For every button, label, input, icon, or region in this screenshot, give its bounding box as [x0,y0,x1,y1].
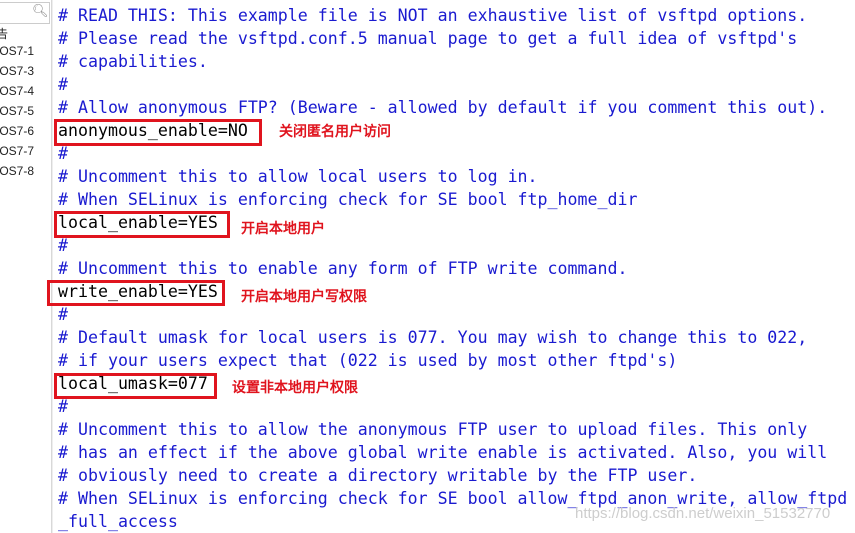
sidebar-item[interactable]: tOS7-4 [0,84,34,98]
highlight-box [47,280,225,306]
comment-line: # [58,305,68,324]
comment-line: # Uncomment this to allow local users to… [58,167,538,186]
comment-line: # When SELinux is enforcing check for SE… [58,190,638,209]
comment-line: # if your users expect that (022 is used… [58,351,678,370]
comment-line: # obviously need to create a directory w… [58,466,698,485]
search-icon[interactable]: 🔍︎ [32,5,49,19]
comment-line: # [58,75,68,94]
highlight-box [54,211,230,238]
sidebar-item[interactable]: tOS7-5 [0,104,34,118]
comment-line: # Allow anonymous FTP? (Beware - allowed… [58,98,828,117]
divider [52,0,53,533]
annotation: 关闭匿名用户访问 [279,124,391,140]
comment-line: # Uncomment this to enable any form of F… [58,259,628,278]
sidebar-item[interactable]: tOS7-3 [0,64,34,78]
sidebar-item[interactable]: tOS7-8 [0,164,34,178]
highlight-box [54,119,262,146]
comment-line: # Please read the vsftpd.conf.5 manual p… [58,29,798,48]
highlight-box [54,373,217,399]
comment-line: _full_access [58,512,178,531]
annotation: 开启本地用户写权限 [241,289,367,305]
search-input[interactable]: 🔍︎ [0,2,50,24]
annotation: 开启本地用户 [241,221,325,237]
text-editor[interactable]: # READ THIS: This example file is NOT an… [58,0,855,533]
sidebar-item[interactable]: tOS7-6 [0,124,34,138]
comment-line: # capabilities. [58,52,208,71]
comment-line: # Default umask for local users is 077. … [58,328,808,347]
watermark: https://blog.csdn.net/weixin_51532770 [575,505,831,522]
comment-line: # READ THIS: This example file is NOT an… [58,6,808,25]
sidebar-item[interactable]: tOS7-7 [0,144,34,158]
sidebar-item[interactable]: tOS7-1 [0,44,34,58]
sidebar-item[interactable]: 告 [0,25,8,42]
file-tree-sidebar: 🔍︎ 告 tOS7-1 tOS7-3 tOS7-4 tOS7-5 tOS7-6 … [0,0,52,533]
comment-line: # has an effect if the above global writ… [58,443,828,462]
comment-line: # Uncomment this to allow the anonymous … [58,420,808,439]
annotation: 设置非本地用户权限 [232,380,358,396]
